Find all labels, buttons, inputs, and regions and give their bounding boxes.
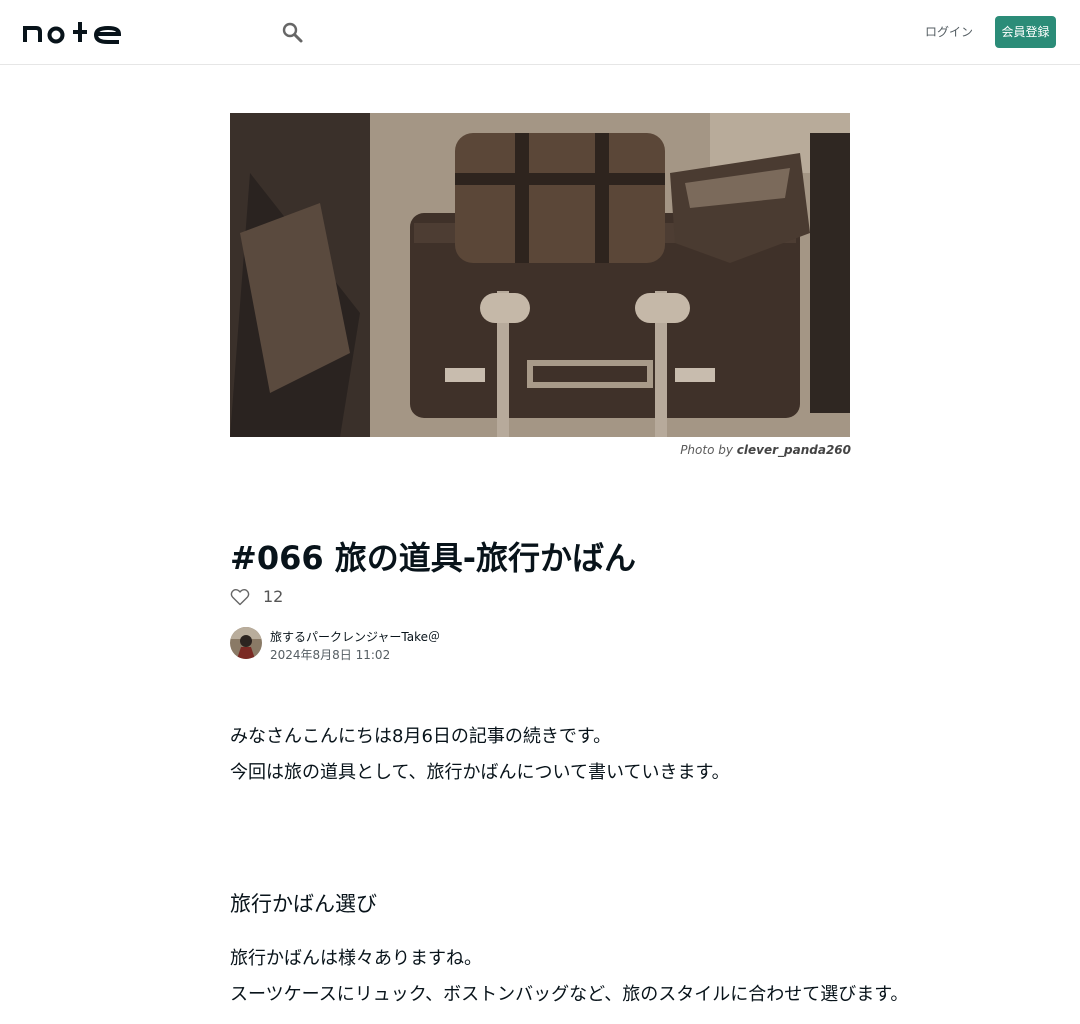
paragraph: 今回は旅の道具として、旅行かばんについて書いていきます。 [230, 762, 730, 783]
login-link[interactable]: ログイン [921, 22, 977, 42]
paragraph: スーツケースにリュック、ボストンバッグなど、旅のスタイルに合わせて選びます。 [230, 984, 909, 1005]
author-avatar[interactable] [230, 627, 262, 659]
post-date: 2024年8月8日 11:02 [270, 648, 391, 662]
hero-image [230, 113, 850, 437]
paragraph: みなさんこんにちは8月6日の記事の続きです。 [230, 726, 612, 747]
section-heading: 旅行かばん選び [230, 892, 377, 916]
note-logo[interactable] [23, 20, 123, 44]
article-title: #066 旅の道具-旅行かばん [230, 539, 637, 577]
credit-author[interactable]: clever_panda260 [737, 443, 851, 457]
author-name[interactable]: 旅するパークレンジャーTake＠ [270, 628, 440, 645]
credit-prefix: Photo by [680, 443, 733, 457]
site-header: ログイン 会員登録 [0, 0, 1080, 65]
photo-credit: Photo by clever_panda260 [230, 443, 851, 457]
like-count: 12 [263, 587, 284, 606]
paragraph: 旅行かばんは様々ありますね。 [230, 948, 482, 969]
signup-button[interactable]: 会員登録 [995, 16, 1056, 48]
heart-icon[interactable] [230, 588, 250, 606]
search-icon[interactable] [280, 20, 304, 44]
